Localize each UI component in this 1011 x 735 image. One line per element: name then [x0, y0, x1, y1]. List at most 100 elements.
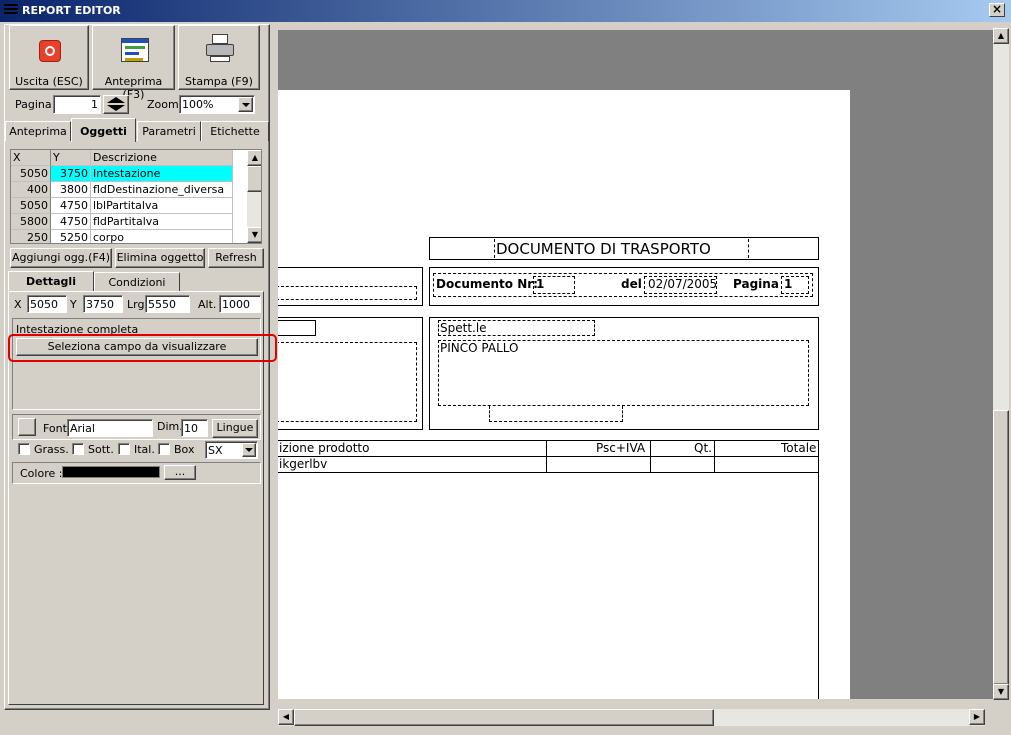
alignment-dropdown-button[interactable] [242, 443, 256, 457]
page-label: Pagina [15, 98, 52, 111]
tab-condizioni[interactable]: Condizioni [94, 272, 180, 291]
print-button[interactable]: Stampa (F9) [178, 25, 260, 90]
arrow-right-icon: ▶ [973, 712, 981, 721]
document-canvas[interactable]: DOCUMENTO DI TRASPORTO Documento Nr: 1 d… [278, 30, 993, 699]
bold-checkbox[interactable] [18, 443, 30, 455]
font-label: Font [43, 422, 67, 435]
x-label: X [14, 298, 22, 311]
x-input[interactable]: 5050 [27, 295, 67, 313]
tab-oggetti[interactable]: Oggetti [71, 118, 136, 142]
date-value: 02/07/2005 [648, 277, 718, 291]
page-spinner[interactable] [103, 95, 129, 114]
table-row[interactable]: 5050 4750 lblPartitalva [11, 198, 233, 214]
cell-x: 5050 [11, 166, 51, 182]
document-vscrollbar[interactable]: ▲ ▼ [993, 28, 1009, 700]
col-qty: Qt. [694, 441, 712, 455]
italic-label: Ital. [134, 443, 155, 456]
add-object-button[interactable]: Aggiungi ogg.(F4) [10, 248, 112, 268]
cell-y: 4750 [51, 214, 91, 230]
y-input[interactable]: 3750 [83, 295, 123, 313]
document-hscrollbar[interactable]: ◀ ▶ [278, 709, 985, 726]
page-label-doc: Pagina [733, 277, 779, 291]
col-header-y[interactable]: Y [51, 150, 91, 166]
zoom-dropdown-button[interactable] [238, 97, 253, 112]
customer-name: PINCO PALLO [440, 341, 519, 355]
color-label: Colore : [20, 467, 63, 480]
lrg-label: Lrg [127, 298, 145, 311]
del-label: del [621, 277, 642, 291]
objects-grid[interactable]: X Y Descrizione 5050 3750 Intestazione 4… [10, 149, 262, 244]
doc-scroll-down-button[interactable]: ▼ [993, 684, 1009, 700]
doc-scroll-left-button[interactable]: ◀ [278, 709, 294, 725]
underline-checkbox[interactable] [72, 443, 84, 455]
languages-button[interactable]: Lingue [212, 419, 258, 438]
col-header-x[interactable]: X [11, 150, 51, 166]
alignment-select[interactable]: SX [205, 441, 258, 459]
sender-field-outline [278, 286, 417, 300]
exit-button[interactable]: Uscita (ESC) [9, 25, 89, 90]
font-size-input[interactable]: 10 [181, 419, 208, 437]
col-price: Psc+IVA [596, 441, 646, 455]
zoom-label: Zoom [147, 98, 179, 111]
font-picker-button[interactable] [18, 418, 36, 436]
cell-description: fldPartitalva [91, 214, 233, 230]
zoom-value: 100% [182, 98, 214, 111]
scroll-down-button[interactable]: ▼ [247, 227, 261, 243]
zoom-select[interactable]: 100% [179, 95, 255, 114]
chevron-down-icon [245, 448, 253, 452]
table-row[interactable]: 5800 4750 fldPartitalva [11, 214, 233, 230]
col-header-description[interactable]: Descrizione [91, 150, 233, 166]
doc-hscroll-thumb[interactable] [294, 709, 714, 726]
refresh-button[interactable]: Refresh [208, 248, 264, 268]
table-col-line [546, 440, 547, 473]
table-col-line [650, 440, 651, 473]
body-right-border [818, 473, 819, 699]
font-input[interactable]: Arial [67, 419, 153, 437]
box-label: Box [174, 443, 195, 456]
highlight-annotation [8, 334, 277, 362]
doc-scroll-right-button[interactable]: ▶ [969, 709, 985, 725]
grid-scrollbar[interactable]: ▲ ▼ [247, 150, 261, 243]
dim-label: Dim. [157, 420, 183, 433]
doc-nr-label: Documento Nr: [436, 277, 538, 291]
doc-vscroll-thumb[interactable] [993, 410, 1009, 685]
title-bar: REPORT EDITOR × [0, 0, 1011, 22]
description-area[interactable]: Intestazione completa [12, 318, 261, 410]
grid-scroll-thumb[interactable] [247, 166, 261, 192]
width-input[interactable]: 5550 [145, 295, 190, 313]
col-total: Totale [781, 441, 817, 455]
doc-scroll-up-button[interactable]: ▲ [993, 28, 1009, 44]
scroll-up-button[interactable]: ▲ [247, 150, 261, 166]
delete-object-button[interactable]: Elimina oggetto [115, 248, 205, 268]
spett-label: Spett.le [440, 321, 487, 335]
cell-description: fldDestinazione_diversa [91, 182, 233, 198]
table-row[interactable]: 400 3800 fldDestinazione_diversa [11, 182, 233, 198]
system-menu-icon[interactable] [4, 4, 18, 18]
title-field-outline [494, 239, 749, 258]
col-description: izione prodotto [279, 441, 370, 455]
cell-y: 4750 [51, 198, 91, 214]
exit-icon [39, 40, 61, 62]
tab-dettagli[interactable]: Dettagli [8, 271, 94, 292]
page-input[interactable]: 1 [53, 95, 101, 114]
tab-parametri[interactable]: Parametri [137, 121, 201, 141]
close-button[interactable]: × [989, 3, 1005, 17]
cell-y: 5250 [51, 230, 91, 243]
cell-x: 5050 [11, 198, 51, 214]
arrow-left-icon: ◀ [282, 712, 290, 721]
arrow-down-icon: ▼ [251, 230, 259, 239]
tab-etichette[interactable]: Etichette [201, 121, 269, 141]
print-button-label: Stampa (F9) [185, 75, 253, 88]
table-row[interactable]: 5050 3750 Intestazione [11, 166, 233, 182]
tab-anteprima[interactable]: Anteprima [5, 121, 71, 141]
table-row[interactable]: 250 5250 corpo [11, 230, 233, 243]
box-checkbox[interactable] [158, 443, 170, 455]
height-input[interactable]: 1000 [219, 295, 261, 313]
color-picker-button[interactable]: ... [164, 465, 196, 480]
cell-y: 3750 [51, 166, 91, 182]
table-col-line [714, 440, 715, 473]
window-title: REPORT EDITOR [22, 4, 121, 17]
preview-button[interactable]: Anteprima (F3) [92, 25, 175, 101]
arrow-down-icon: ▼ [997, 687, 1005, 696]
italic-checkbox[interactable] [118, 443, 130, 455]
